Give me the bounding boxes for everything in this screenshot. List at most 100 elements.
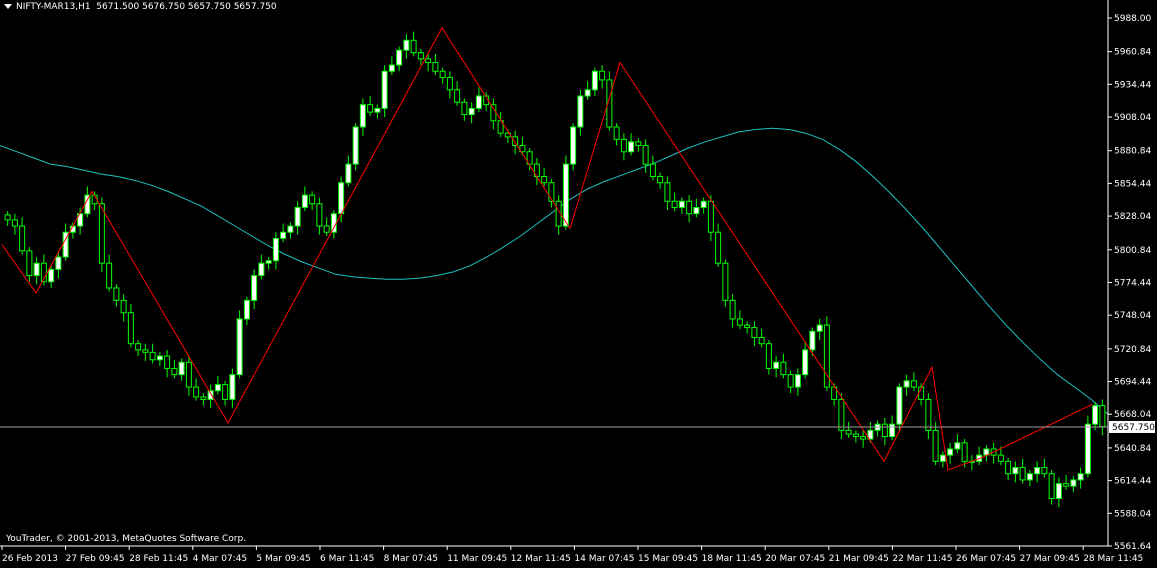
candle-body <box>794 374 801 388</box>
candle-body <box>649 163 656 178</box>
candle-body <box>84 194 91 215</box>
candle-body <box>925 398 932 431</box>
candle-body <box>954 442 961 450</box>
candle-body <box>997 454 1004 462</box>
candle-body <box>48 268 55 283</box>
x-tick-label: 22 Mar 11:45 <box>892 554 952 564</box>
candle-body <box>932 429 939 462</box>
candle-body <box>1026 473 1033 481</box>
candle-body <box>642 145 649 165</box>
candle-body <box>461 101 468 116</box>
candle-body <box>722 262 729 301</box>
candle-body <box>26 250 33 277</box>
x-tick-label: 26 Feb 2013 <box>2 554 58 564</box>
chart-header: NIFTY-MAR13,H1 5671.500 5676.750 5657.75… <box>4 2 277 12</box>
y-tick-label: 5588.04 <box>1114 509 1151 519</box>
y-tick-label: 5908.04 <box>1114 113 1151 123</box>
candle-body <box>758 337 765 345</box>
candle-body <box>403 39 410 51</box>
y-tick-label: 5934.44 <box>1114 80 1151 90</box>
candle-body <box>541 176 548 184</box>
x-tick-label: 15 Mar 09:45 <box>638 554 698 564</box>
x-tick-label: 28 Feb 11:45 <box>129 554 188 564</box>
candle-body <box>352 126 359 165</box>
candle-body <box>860 436 867 440</box>
candle-body <box>33 262 40 277</box>
candle-body <box>664 182 671 202</box>
y-tick-label: 5614.44 <box>1114 477 1151 487</box>
candle-body <box>591 70 598 91</box>
candle-body <box>599 70 606 81</box>
x-tick-label: 21 Mar 09:45 <box>829 554 889 564</box>
candle-body <box>468 107 475 116</box>
candle-body <box>316 203 323 227</box>
candle-body <box>939 454 946 462</box>
candle-body <box>475 95 482 109</box>
candle-body <box>193 386 200 398</box>
x-tick-label: 20 Mar 07:45 <box>765 554 825 564</box>
x-tick-label: 4 Mar 07:45 <box>193 554 247 564</box>
candle-body <box>200 396 207 400</box>
y-tick-label: 5668.04 <box>1114 410 1151 420</box>
candle-body <box>1048 473 1055 499</box>
candle-body <box>113 287 120 301</box>
candle-body <box>845 429 852 435</box>
candle-body <box>802 349 809 376</box>
x-tick-label: 28 Mar 11:45 <box>1083 554 1143 564</box>
candle-body <box>301 194 308 208</box>
candle-body <box>686 200 693 215</box>
candle-body <box>149 351 156 361</box>
candle-body <box>816 324 823 332</box>
price-chart[interactable]: 5657.750 5988.00 5960.84 5934.44 5908.04 588… <box>0 0 1157 568</box>
candle-body <box>729 299 736 320</box>
candle-body <box>852 433 859 438</box>
candle-body <box>1055 483 1062 499</box>
candle-body <box>1070 479 1077 487</box>
candle-body <box>744 324 751 329</box>
candle-body <box>838 398 845 431</box>
candle-body <box>243 299 250 320</box>
candle-body <box>142 349 149 353</box>
candle-body <box>961 442 968 462</box>
candle-body <box>4 214 11 221</box>
symbol-label: NIFTY-MAR13,H1 <box>16 2 91 12</box>
candle-body <box>809 330 816 351</box>
candle-body <box>490 104 497 122</box>
y-tick-label: 5828.04 <box>1114 212 1151 222</box>
candle-body <box>577 95 584 128</box>
candle-body <box>678 200 685 208</box>
x-tick-label: 11 Mar 09:45 <box>447 554 507 564</box>
candle-body <box>780 361 787 376</box>
candle-body <box>562 163 569 227</box>
ohlc-readout: 5671.500 5676.750 5657.750 5657.750 <box>96 2 277 12</box>
y-tick-label: 5694.44 <box>1114 378 1151 388</box>
dropdown-triangle-icon[interactable] <box>4 4 12 9</box>
candle-body <box>707 200 714 233</box>
candle-body <box>765 343 772 369</box>
y-tick-label: 5800.84 <box>1114 246 1151 256</box>
candle-body <box>258 262 265 277</box>
y-tick-label: 5854.44 <box>1114 179 1151 189</box>
candle-body <box>156 355 163 361</box>
candle-body <box>381 70 388 109</box>
candle-body <box>345 163 352 184</box>
candle-body <box>417 52 424 60</box>
candle-body <box>1084 423 1091 475</box>
candle-body <box>787 374 794 388</box>
candle-body <box>570 126 577 165</box>
candle-body <box>454 89 461 103</box>
candle-body <box>1019 467 1026 481</box>
candle-body <box>272 237 279 262</box>
candle-body <box>715 231 722 264</box>
candle-body <box>171 367 178 376</box>
candle-body <box>185 361 192 388</box>
y-tick-label: 5561.64 <box>1114 542 1151 552</box>
candle-body <box>214 384 221 392</box>
candle-body <box>620 138 627 153</box>
candle-body <box>628 141 635 153</box>
candle-body <box>410 39 417 54</box>
x-tick-label: 26 Mar 07:45 <box>956 554 1016 564</box>
candle-body <box>359 104 366 128</box>
candle-body <box>280 231 287 239</box>
candle-body <box>11 219 18 227</box>
